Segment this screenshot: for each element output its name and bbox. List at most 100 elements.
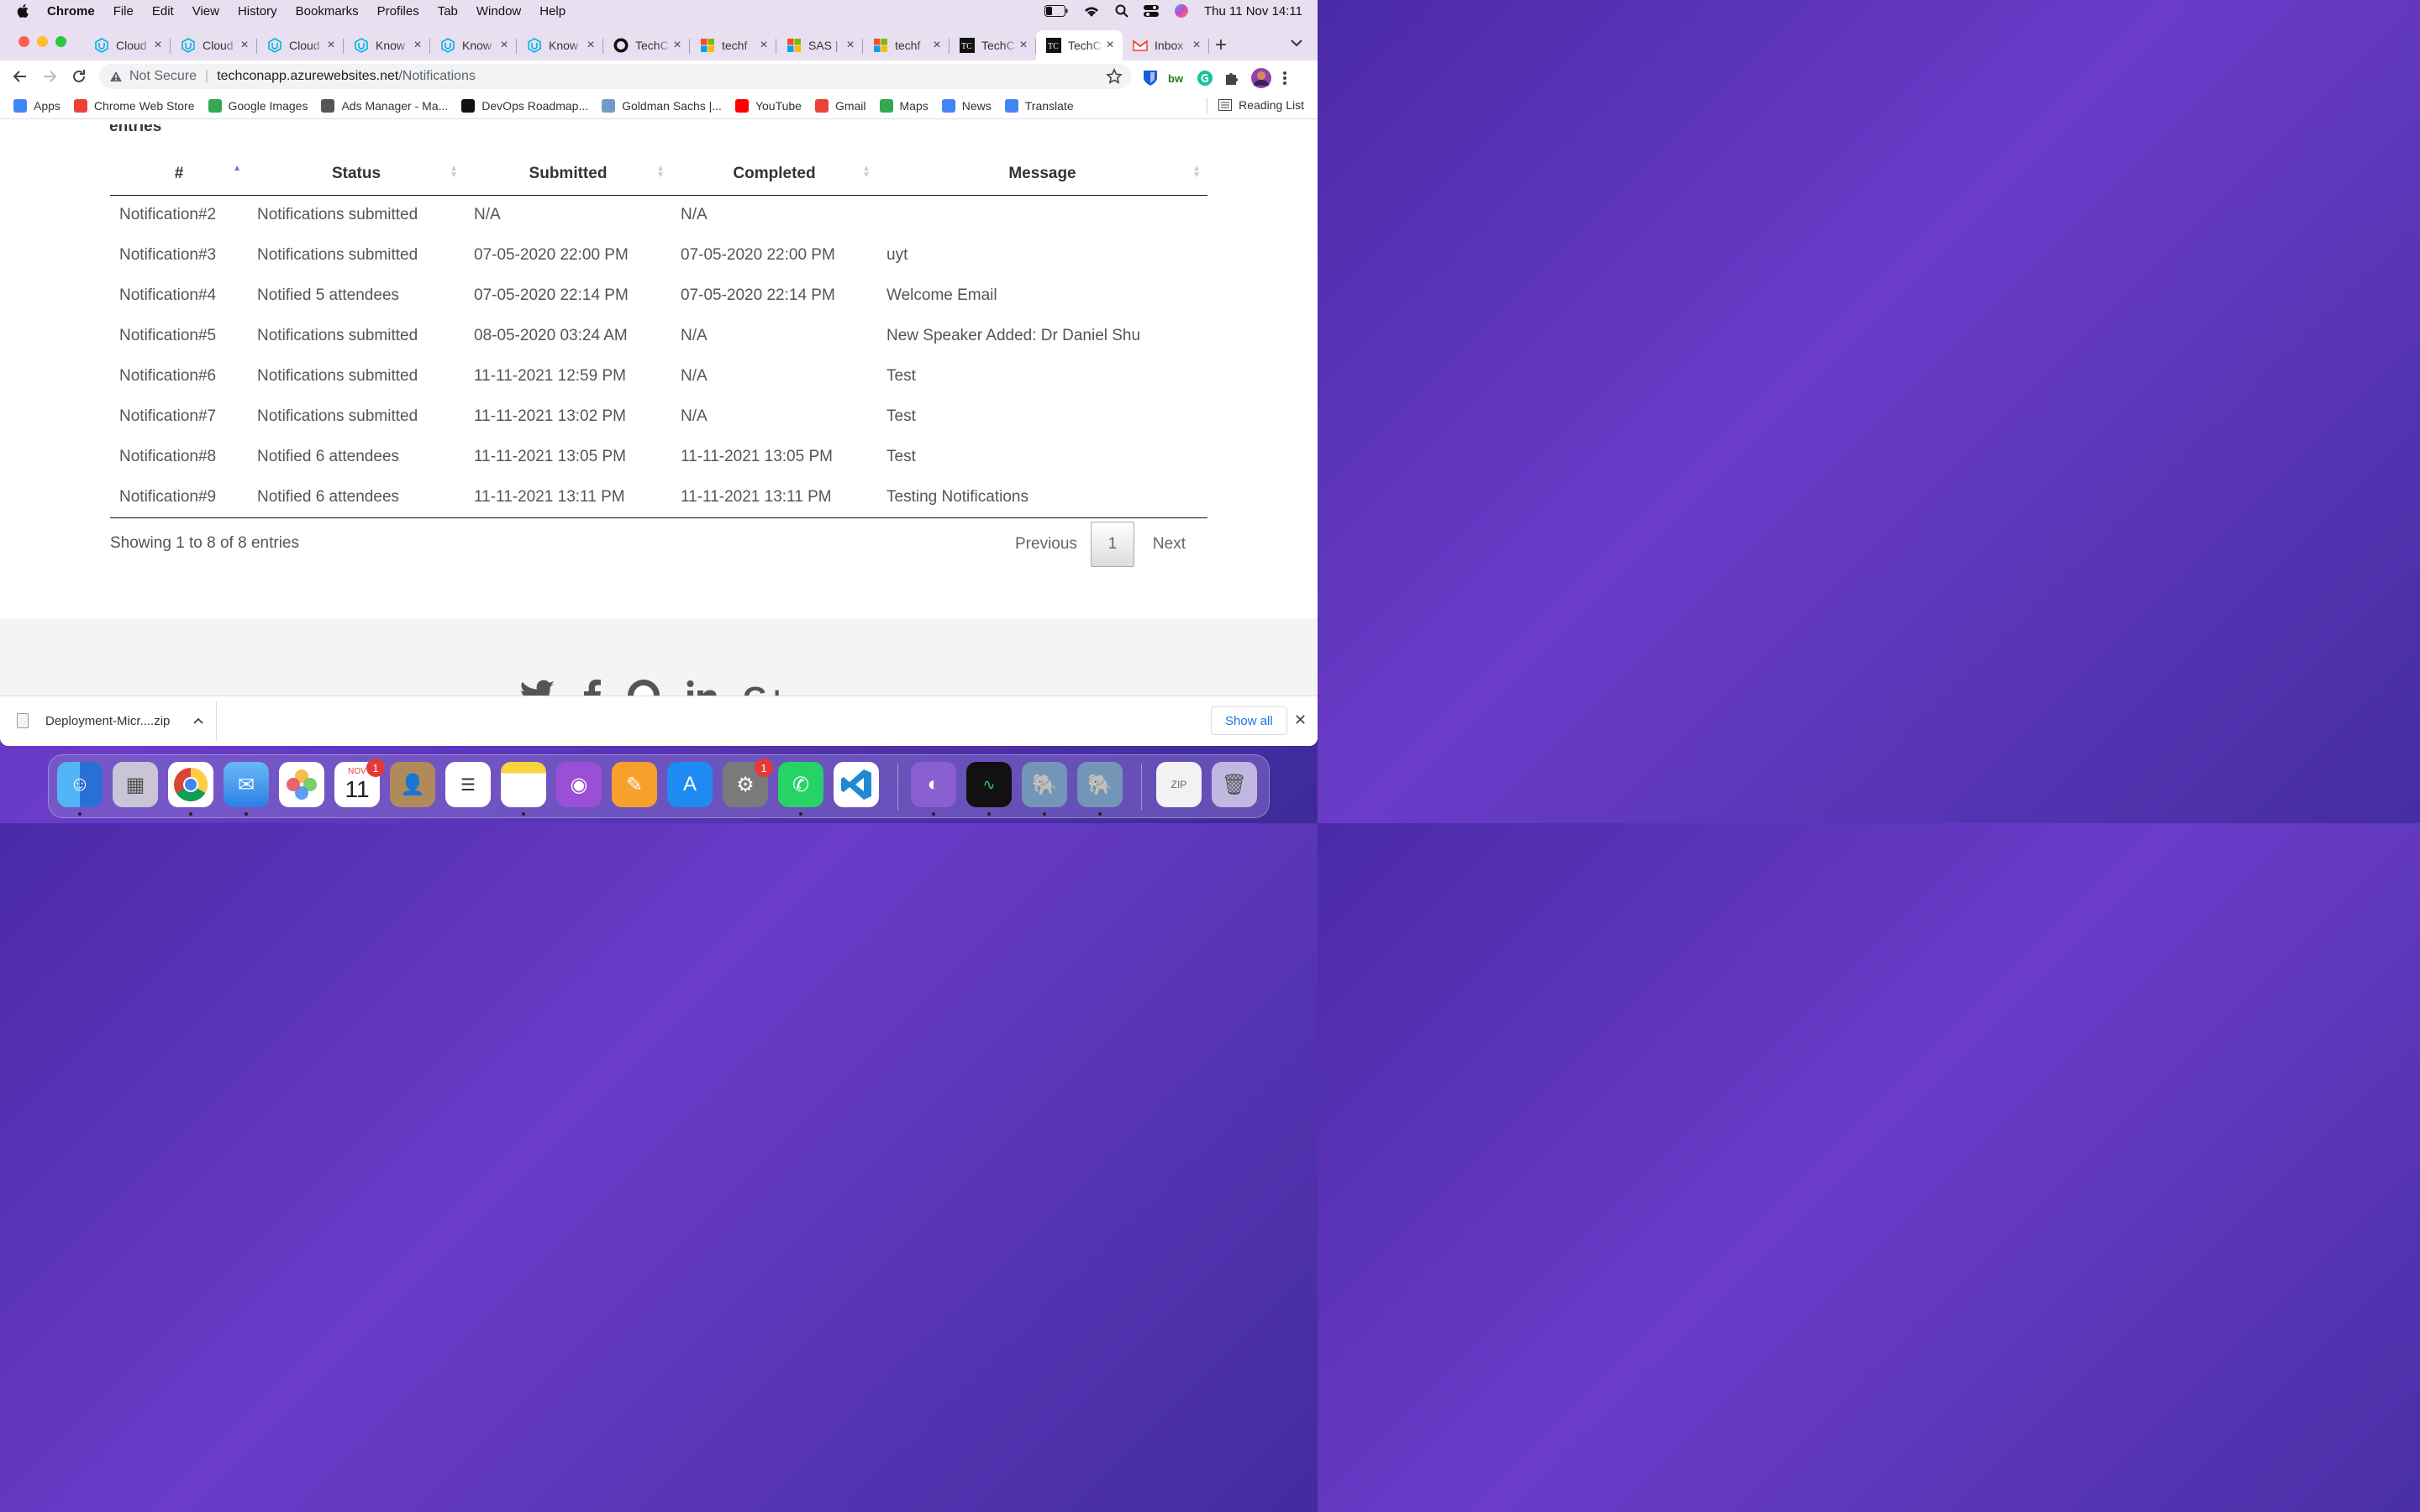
menu-bookmarks[interactable]: Bookmarks	[296, 4, 359, 18]
tab-close-icon[interactable]: ×	[585, 38, 597, 53]
tab-close-icon[interactable]: ×	[412, 38, 424, 53]
tab-search-chevron-icon[interactable]	[1291, 39, 1302, 47]
page-1-button[interactable]: 1	[1090, 522, 1134, 567]
trash-icon[interactable]: 🗑	[1212, 762, 1257, 807]
apple-icon[interactable]	[17, 3, 30, 18]
reading-list-button[interactable]: Reading List	[1207, 98, 1304, 113]
menu-view[interactable]: View	[192, 4, 219, 18]
tab-close-icon[interactable]: ×	[671, 38, 683, 53]
finder-icon[interactable]: ☺	[57, 762, 103, 816]
show-all-downloads-button[interactable]: Show all	[1211, 706, 1287, 735]
bookmark-item[interactable]: News	[941, 98, 992, 113]
grammarly-extension-icon[interactable]	[1197, 70, 1213, 87]
close-icon[interactable]: ✕	[1294, 711, 1307, 729]
tab[interactable]: Cloud ×	[84, 30, 171, 60]
tab[interactable]: techf ×	[863, 30, 950, 60]
github-social-icon[interactable]	[627, 679, 660, 696]
bookmark-item[interactable]: Translate	[1004, 98, 1074, 113]
chrome-menu-icon[interactable]	[1282, 71, 1287, 86]
vscode-icon[interactable]	[834, 762, 879, 807]
system-preferences-icon[interactable]: ⚙ 1	[723, 759, 773, 807]
tab[interactable]: SAS | ×	[776, 30, 863, 60]
column-header-message[interactable]: Message ▲ ▼	[877, 153, 1207, 196]
bookmark-item[interactable]: YouTube	[734, 98, 802, 113]
tab-close-icon[interactable]: ×	[1018, 38, 1029, 53]
mail-icon[interactable]: ✉	[224, 762, 269, 816]
contacts-icon[interactable]: 👤	[390, 762, 435, 807]
github-desktop-icon[interactable]: ◐	[911, 762, 956, 816]
reload-icon[interactable]	[71, 68, 87, 85]
tab-close-icon[interactable]: ×	[325, 38, 337, 53]
table-row[interactable]: Notification#2 Notifications submitted N/A…	[110, 195, 1207, 235]
app-store-icon[interactable]: A	[667, 762, 713, 807]
bookmark-item[interactable]: Apps	[13, 98, 60, 113]
table-row[interactable]: Notification#4 Notified 5 attendees 07-05-…	[110, 276, 1207, 316]
table-row[interactable]: Notification#9 Notified 6 attendees 11-11-…	[110, 477, 1207, 518]
address-bar[interactable]: Not Secure | techconapp.azurewebsites.ne…	[99, 64, 1131, 89]
zoom-window-button[interactable]	[55, 36, 66, 47]
tab-close-icon[interactable]: ×	[758, 38, 770, 53]
back-arrow-icon[interactable]	[12, 68, 29, 85]
tab[interactable]: techf ×	[690, 30, 776, 60]
table-row[interactable]: Notification#6 Notifications submitted 11-…	[110, 356, 1207, 396]
battery-icon[interactable]	[1044, 5, 1068, 17]
bookmark-item[interactable]: Google Images	[208, 98, 308, 113]
column-header-submitted[interactable]: Submitted ▲ ▼	[465, 153, 671, 196]
tab-close-icon[interactable]: ×	[931, 38, 943, 53]
tab[interactable]: Know ×	[430, 30, 517, 60]
menu-help[interactable]: Help	[539, 4, 566, 18]
download-item[interactable]: Deployment-Micr....zip	[17, 713, 204, 728]
photos-icon[interactable]	[279, 762, 324, 807]
spotlight-search-icon[interactable]	[1115, 4, 1128, 18]
bitwarden-extension-icon[interactable]	[1143, 70, 1158, 87]
twitter-icon[interactable]	[519, 679, 556, 696]
linkedin-icon[interactable]	[686, 679, 718, 696]
tab[interactable]: Inbox ×	[1123, 30, 1209, 60]
bookmark-item[interactable]: Gmail	[814, 98, 866, 113]
podcasts-icon[interactable]: ◉	[556, 762, 602, 807]
chevron-up-icon[interactable]	[193, 717, 204, 724]
notes-icon[interactable]	[501, 762, 546, 816]
tab-close-icon[interactable]: ×	[1191, 38, 1202, 53]
table-row[interactable]: Notification#5 Notifications submitted 08-…	[110, 316, 1207, 356]
bookmark-star-icon[interactable]	[1106, 68, 1123, 85]
tab-active[interactable]: TC TechC ×	[1036, 30, 1123, 60]
tab[interactable]: Know ×	[344, 30, 430, 60]
tab[interactable]: Cloud ×	[171, 30, 257, 60]
table-row[interactable]: Notification#3 Notifications submitted 07-…	[110, 235, 1207, 276]
tab-close-icon[interactable]: ×	[239, 38, 250, 53]
google-plus-icon[interactable]: G+	[743, 679, 788, 696]
menu-history[interactable]: History	[238, 4, 277, 18]
pgadmin-icon[interactable]: 🐘	[1077, 762, 1123, 816]
profile-avatar-icon[interactable]	[1250, 67, 1272, 89]
column-header-number[interactable]: # ▲	[110, 153, 248, 196]
activity-monitor-icon[interactable]: ∿	[966, 762, 1012, 816]
pages-icon[interactable]: ✎	[612, 762, 657, 807]
menu-tab[interactable]: Tab	[438, 4, 458, 18]
previous-page-button[interactable]: Previous	[1002, 522, 1091, 566]
bookmark-item[interactable]: Goldman Sachs |...	[602, 98, 722, 113]
bookmark-item[interactable]: DevOps Roadmap...	[461, 98, 588, 113]
whatsapp-icon[interactable]: ✆	[778, 762, 823, 816]
column-header-completed[interactable]: Completed ▲ ▼	[671, 153, 877, 196]
tab[interactable]: TechC ×	[603, 30, 690, 60]
column-header-status[interactable]: Status ▲ ▼	[248, 153, 465, 196]
calendar-icon[interactable]: NOV 11 1	[334, 759, 385, 807]
menu-app-name[interactable]: Chrome	[47, 4, 95, 18]
chrome-app-icon[interactable]	[168, 762, 213, 816]
menubar-clock[interactable]: Thu 11 Nov 14:11	[1204, 4, 1302, 18]
tab-close-icon[interactable]: ×	[152, 38, 164, 53]
tab[interactable]: Know ×	[517, 30, 603, 60]
tab-close-icon[interactable]: ×	[844, 38, 856, 53]
tab-close-icon[interactable]: ×	[1104, 38, 1116, 53]
control-center-icon[interactable]	[1143, 4, 1159, 18]
security-label[interactable]: Not Secure	[129, 69, 197, 84]
tab[interactable]: TC TechC ×	[950, 30, 1036, 60]
new-tab-button[interactable]: +	[1215, 35, 1227, 55]
menu-profiles[interactable]: Profiles	[377, 4, 419, 18]
next-page-button[interactable]: Next	[1134, 522, 1204, 566]
menu-window[interactable]: Window	[476, 4, 521, 18]
tab[interactable]: Cloud ×	[257, 30, 344, 60]
postgres-icon[interactable]: 🐘	[1022, 762, 1067, 816]
bookmark-item[interactable]: Ads Manager - Ma...	[321, 98, 448, 113]
